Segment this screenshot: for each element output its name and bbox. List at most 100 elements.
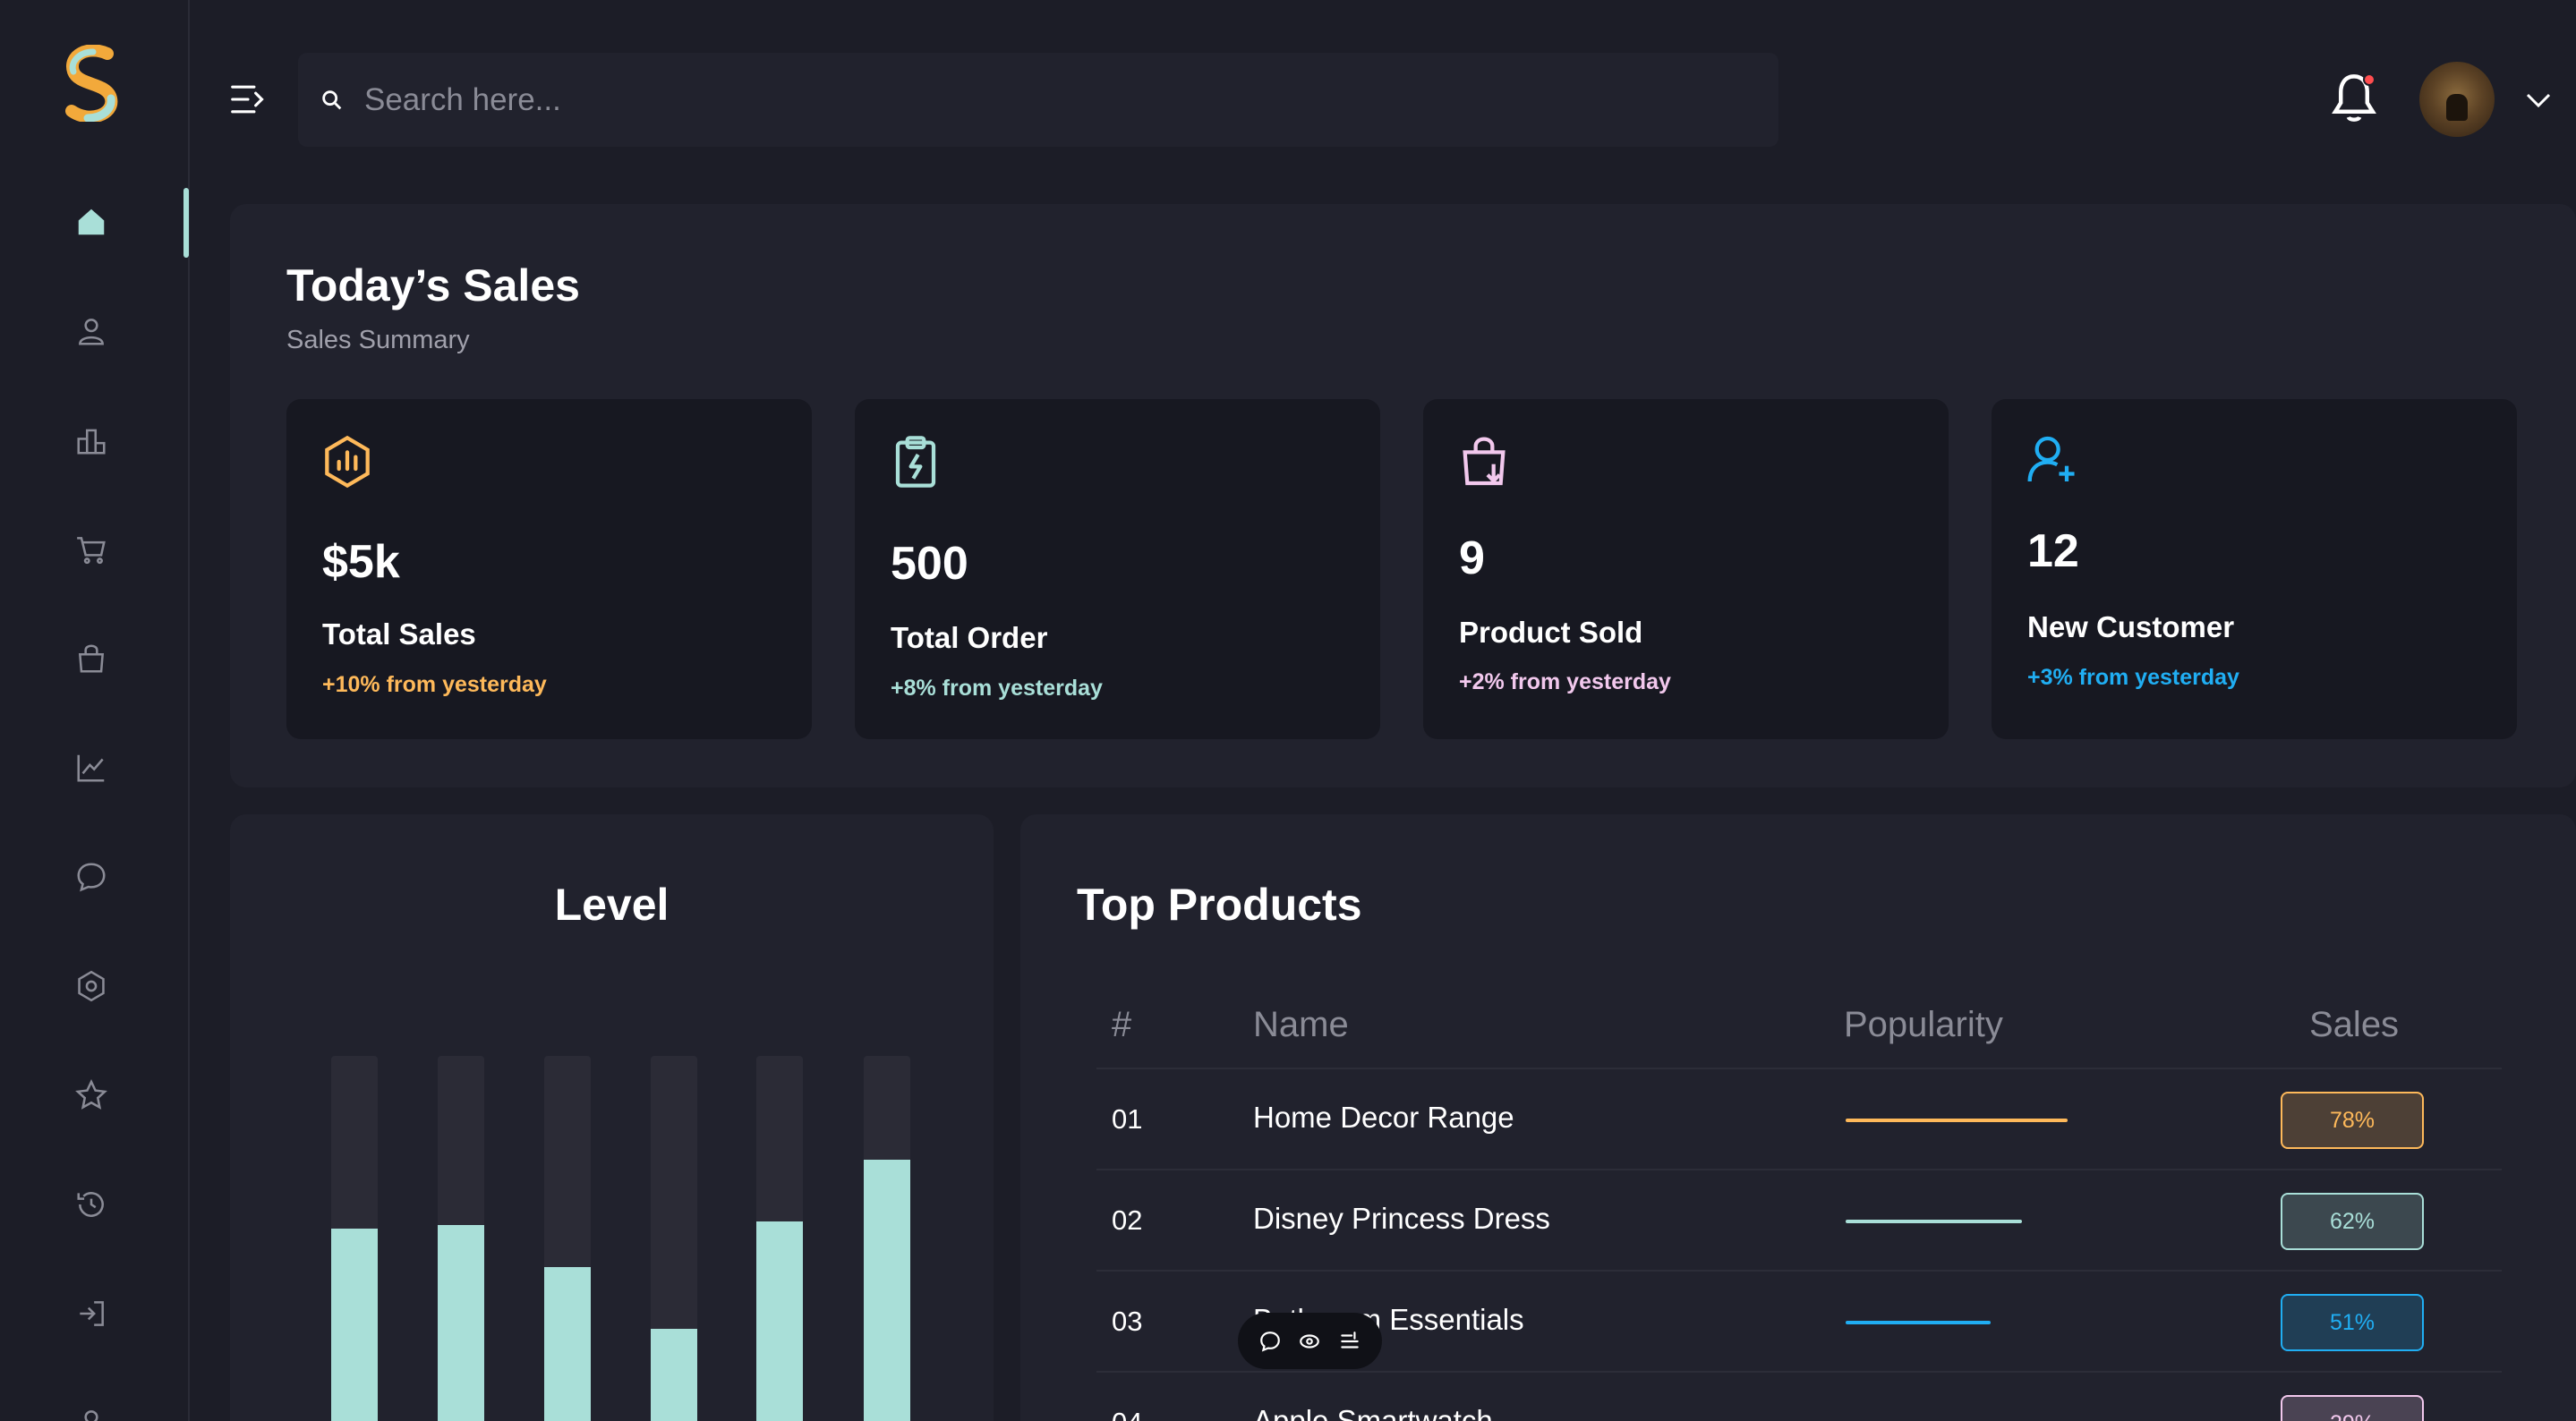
products-title: Top Products [1077,880,1362,930]
stat-label: Total Sales [322,617,476,651]
stat-card-total-sales: $5k Total Sales +10% from yesterday [286,399,812,739]
row-number: 01 [1112,1103,1143,1135]
nav-profile[interactable] [54,1385,129,1421]
level-bar [438,1225,484,1421]
nav-shop[interactable] [54,621,129,696]
search-input[interactable] [364,81,1707,118]
menu-toggle-button[interactable] [227,79,269,120]
search-icon [322,89,342,109]
product-name: Home Decor Range [1253,1101,1514,1134]
home-icon [78,208,105,235]
stat-card-product-sold: 9 Product Sold +2% from yesterday [1423,399,1949,739]
row-number: 03 [1112,1306,1143,1337]
chart-line-icon [77,754,105,782]
active-indicator [183,188,189,258]
shopping-bag-download-icon [1463,437,1506,486]
sales-badge: 29% [2281,1395,2424,1421]
floating-toolbar [1238,1313,1382,1369]
clipboard-icon [895,436,936,488]
leaderboard-icon [77,429,106,455]
settings-icon [78,970,105,1002]
stat-change: +3% from yesterday [2027,665,2239,690]
history-icon [77,1192,104,1217]
chevron-down-icon[interactable] [2522,84,2555,116]
nav-cart[interactable] [54,512,129,587]
eye-icon[interactable] [1296,1328,1323,1355]
popularity-bar [1846,1119,2068,1122]
table-divider [1096,1371,2502,1373]
notification-dot [2363,73,2376,86]
menu-icon [231,85,264,114]
level-bar-track [864,1056,910,1421]
level-bar [331,1229,378,1421]
stat-value: $5k [322,536,400,588]
level-bar [544,1267,591,1421]
level-bar [651,1329,697,1421]
list-icon[interactable] [1336,1328,1363,1355]
stat-label: Total Order [891,621,1048,654]
stat-label: New Customer [2027,610,2235,643]
chat-icon [77,863,106,892]
level-title: Level [554,880,670,930]
logo-icon [65,45,118,122]
sidebar [0,0,190,1421]
notifications-button[interactable] [2327,70,2381,127]
nav-history[interactable] [54,1167,129,1242]
level-bar [864,1160,910,1421]
level-bar [756,1221,803,1421]
sales-chart-icon [325,435,370,489]
level-bar-track [756,1056,803,1421]
stat-change: +2% from yesterday [1459,669,1671,694]
table-divider [1096,1068,2502,1069]
avatar[interactable] [2419,62,2495,137]
sales-badge: 78% [2281,1092,2424,1149]
nav-analytics[interactable] [54,730,129,805]
nav-leaderboard[interactable] [54,403,129,478]
search-bar[interactable] [298,53,1778,147]
sales-title: Today’s Sales [286,260,580,311]
column-header-sales: Sales [2309,1005,2400,1044]
comment-icon[interactable] [1257,1328,1284,1355]
level-bar-track [438,1056,484,1421]
star-icon [75,1079,107,1110]
stat-change: +10% from yesterday [322,672,547,697]
product-name: Disney Princess Dress [1253,1202,1550,1235]
nav-logout[interactable] [54,1276,129,1351]
add-user-icon [2027,436,2075,482]
nav-home[interactable] [54,184,129,260]
stat-label: Product Sold [1459,616,1643,649]
row-number: 02 [1112,1204,1143,1236]
column-header-name: Name [1253,1005,1349,1044]
stat-value: 12 [2027,525,2079,577]
level-bar-track [331,1056,378,1421]
row-number: 04 [1112,1407,1142,1421]
profile-icon [84,1410,98,1421]
level-bar-track [651,1056,697,1421]
nav-favorites[interactable] [54,1058,129,1133]
column-header-number: # [1112,1005,1132,1044]
user-icon [79,319,104,345]
nav-messages[interactable] [54,839,129,915]
nav-settings[interactable] [54,949,129,1024]
table-divider [1096,1270,2502,1272]
shopping-bag-icon [78,644,105,673]
sales-badge: 62% [2281,1193,2424,1250]
level-bar-track [544,1056,591,1421]
stat-card-new-customer: 12 New Customer +3% from yesterday [1992,399,2517,739]
level-panel: Level [230,814,994,1421]
column-header-popularity: Popularity [1844,1005,2003,1044]
logout-icon [80,1301,104,1326]
stat-card-total-order: 500 Total Order +8% from yesterday [855,399,1380,739]
stat-value: 9 [1459,532,1485,584]
stat-value: 500 [891,538,968,590]
todays-sales-panel: Today’s Sales Sales Summary $5k Total Sa… [230,204,2576,787]
sales-badge: 51% [2281,1294,2424,1351]
popularity-bar [1846,1321,1991,1324]
nav-user[interactable] [54,294,129,369]
cart-icon [77,537,106,565]
sales-subtitle: Sales Summary [286,326,470,354]
product-name: Apple Smartwatch [1253,1404,1493,1421]
stat-change: +8% from yesterday [891,676,1103,701]
table-divider [1096,1169,2502,1170]
popularity-bar [1846,1220,2022,1223]
